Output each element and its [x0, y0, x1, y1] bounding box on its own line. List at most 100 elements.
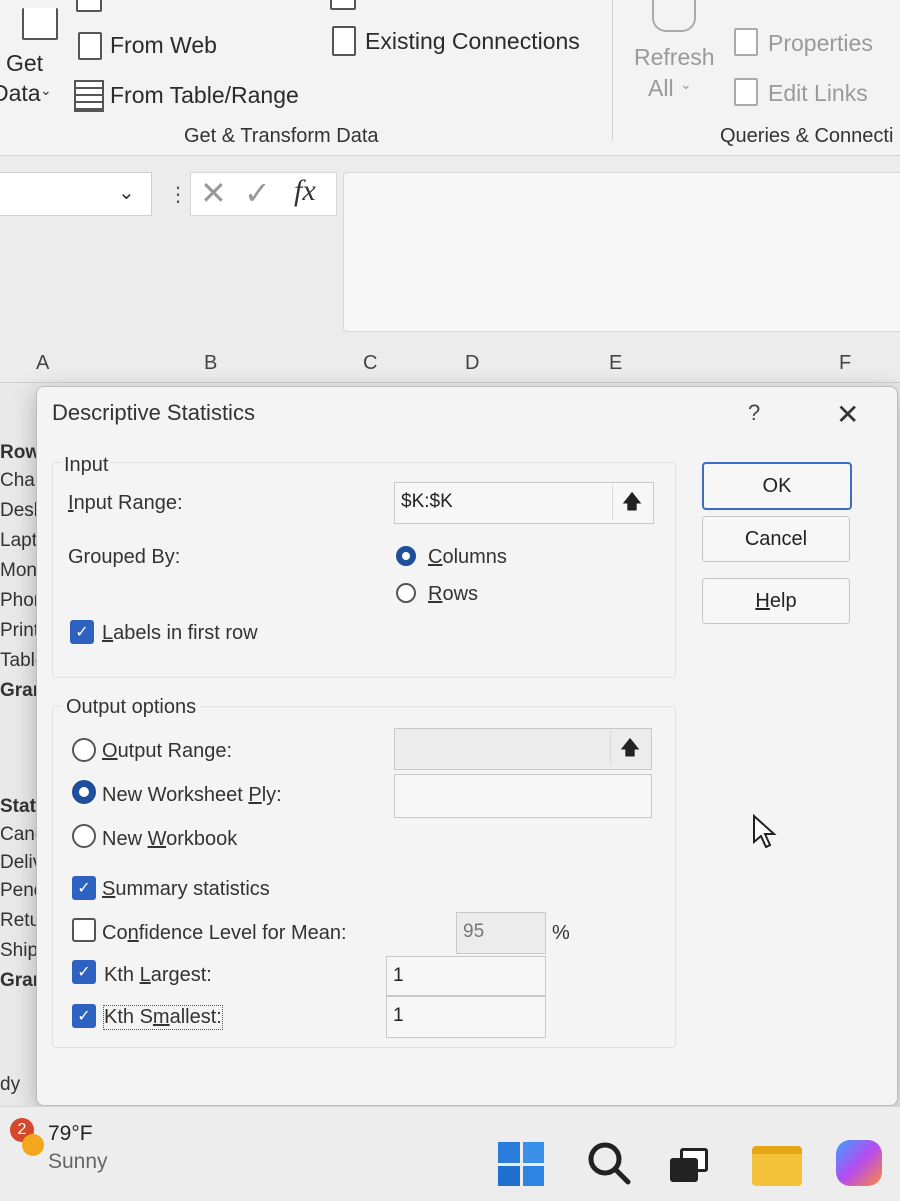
cell-cancelled[interactable]: Canc	[0, 824, 38, 846]
cell-grand-total[interactable]: Gran	[0, 680, 38, 702]
input-range-collapse-button[interactable]: 🡅	[612, 485, 651, 519]
refresh-icon[interactable]	[652, 0, 696, 32]
refresh-all-label-1[interactable]: Refresh	[634, 44, 715, 71]
new-worksheet-radio[interactable]	[72, 780, 96, 804]
cell-printer[interactable]: Printe	[0, 620, 38, 642]
cell-laptop[interactable]: Lapto	[0, 530, 38, 552]
formula-input[interactable]	[343, 172, 900, 332]
group-queries-connections: Queries & Connecti	[720, 125, 894, 147]
weather-temperature[interactable]: 79°F	[48, 1122, 93, 1146]
refresh-all-label-2[interactable]: All	[648, 75, 674, 102]
from-text-icon[interactable]	[76, 0, 102, 12]
windows-start-icon[interactable]	[498, 1142, 544, 1186]
mouse-pointer-icon	[752, 813, 778, 855]
from-table-icon[interactable]	[74, 80, 104, 112]
column-header-e[interactable]: E	[609, 352, 622, 375]
recent-sources-icon[interactable]	[330, 0, 356, 10]
kth-smallest-label[interactable]: Kth Smallest:	[103, 1005, 223, 1030]
cell-table[interactable]: Table	[0, 650, 38, 672]
kth-largest-label[interactable]: Kth Largest:	[104, 964, 212, 987]
cell-status-header[interactable]: Statu	[0, 796, 38, 818]
rows-radio[interactable]	[396, 583, 416, 603]
new-worksheet-ply-label[interactable]: New Worksheet Ply:	[102, 784, 282, 807]
cell-pending[interactable]: Pendi	[0, 880, 38, 902]
chevron-down-icon[interactable]: ⌄	[680, 76, 692, 93]
kth-smallest-value: 1	[393, 1005, 404, 1026]
column-header-f[interactable]: F	[839, 352, 851, 375]
file-explorer-icon[interactable]	[752, 1146, 802, 1186]
get-data-icon[interactable]	[22, 8, 58, 40]
confidence-level-field[interactable]: 95	[456, 912, 546, 954]
dialog-title: Descriptive Statistics	[52, 400, 255, 425]
chevron-down-icon[interactable]: ⌄	[40, 82, 52, 99]
columns-radio[interactable]	[396, 546, 416, 566]
from-web-button[interactable]: From Web	[110, 32, 217, 59]
cell-chair[interactable]: Chair	[0, 470, 38, 492]
cell-shipped[interactable]: Shipp	[0, 940, 38, 962]
help-question-button[interactable]: ?	[748, 400, 760, 426]
search-icon[interactable]	[586, 1140, 632, 1191]
kth-smallest-checkbox[interactable]: ✓	[72, 1004, 96, 1028]
edit-links-icon[interactable]	[734, 78, 758, 106]
existing-connections-button[interactable]: Existing Connections	[365, 28, 580, 55]
column-header-bar	[0, 342, 900, 383]
status-bar-ready: dy	[0, 1074, 21, 1095]
output-range-radio[interactable]	[72, 738, 96, 762]
labels-first-row-checkbox[interactable]: ✓	[70, 620, 94, 644]
confidence-level-label[interactable]: Confidence Level for Mean:	[102, 922, 347, 945]
column-header-b[interactable]: B	[204, 352, 217, 375]
column-header-c[interactable]: C	[363, 352, 377, 375]
cell-returned[interactable]: Retur	[0, 910, 38, 932]
group-get-transform-data: Get & Transform Data	[184, 125, 379, 147]
column-header-d[interactable]: D	[465, 352, 479, 375]
columns-option-label[interactable]: Columns	[428, 546, 507, 569]
grouped-by-label: Grouped By:	[68, 546, 181, 568]
weather-condition[interactable]: Sunny	[48, 1150, 108, 1174]
new-workbook-radio[interactable]	[72, 824, 96, 848]
from-web-icon[interactable]	[78, 32, 102, 60]
percent-label: %	[552, 922, 570, 944]
help-button[interactable]: Help	[702, 578, 850, 624]
confidence-level-checkbox[interactable]	[72, 918, 96, 942]
from-table-range-button[interactable]: From Table/Range	[110, 82, 299, 109]
close-icon[interactable]: ✕	[836, 398, 859, 431]
summary-statistics-label[interactable]: Summary statistics	[102, 878, 270, 901]
input-group-label: Input	[62, 454, 111, 477]
labels-first-row-label[interactable]: Labels in first row	[102, 622, 258, 645]
rows-option-label[interactable]: Rows	[428, 583, 478, 606]
task-view-icon[interactable]	[670, 1148, 708, 1182]
column-header-a[interactable]: A	[36, 352, 49, 375]
get-data-label-2[interactable]: Data	[0, 80, 41, 107]
cell-row-header[interactable]: Row	[0, 442, 38, 464]
cancel-icon[interactable]: ✕	[200, 174, 227, 212]
insert-function-icon[interactable]: fx	[294, 174, 316, 208]
get-data-label-1[interactable]: Get	[6, 50, 43, 77]
cancel-button[interactable]: Cancel	[702, 516, 850, 562]
confidence-level-value: 95	[463, 921, 485, 942]
more-icon: ⋮	[168, 184, 188, 206]
properties-icon[interactable]	[734, 28, 758, 56]
cell-monitor[interactable]: Moni	[0, 560, 38, 582]
enter-icon[interactable]: ✓	[244, 174, 271, 212]
weather-icon[interactable]	[22, 1134, 44, 1156]
cell-desk[interactable]: Desk	[0, 500, 38, 522]
cell-grand-total-2[interactable]: Gran	[0, 970, 38, 992]
cell-phone[interactable]: Phon	[0, 590, 38, 612]
edit-links-button[interactable]: Edit Links	[768, 80, 868, 107]
new-workbook-label[interactable]: New Workbook	[102, 828, 237, 851]
new-worksheet-ply-field[interactable]	[394, 774, 652, 818]
properties-button[interactable]: Properties	[768, 30, 873, 57]
cell-delivered[interactable]: Deliv	[0, 852, 38, 874]
summary-statistics-checkbox[interactable]: ✓	[72, 876, 96, 900]
kth-largest-checkbox[interactable]: ✓	[72, 960, 96, 984]
output-range-collapse-button[interactable]: 🡅	[610, 731, 649, 765]
chevron-down-icon[interactable]: ⌄	[118, 180, 135, 205]
output-range-label[interactable]: Output Range:	[102, 740, 232, 763]
ok-button[interactable]: OK	[702, 462, 852, 510]
kth-largest-field[interactable]: 1	[386, 956, 546, 996]
output-options-label: Output options	[62, 696, 201, 719]
copilot-icon[interactable]	[836, 1140, 882, 1186]
input-range-label: Input Range:	[68, 492, 183, 514]
existing-connections-icon[interactable]	[332, 26, 356, 56]
kth-smallest-field[interactable]: 1	[386, 996, 546, 1038]
